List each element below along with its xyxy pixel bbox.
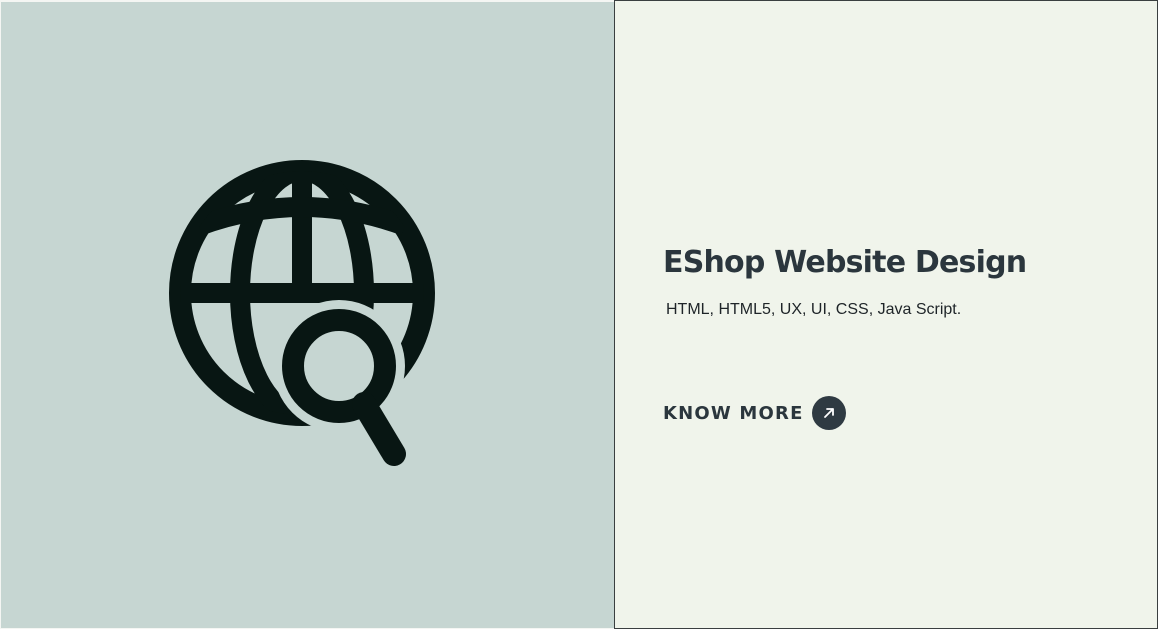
know-more-label: KNOW MORE — [663, 402, 804, 424]
project-title: EShop Website Design — [663, 245, 1027, 280]
project-card: EShop Website Design HTML, HTML5, UX, UI… — [0, 0, 1158, 629]
project-tags: HTML, HTML5, UX, UI, CSS, Java Script. — [666, 301, 962, 318]
project-details: EShop Website Design HTML, HTML5, UX, UI… — [614, 0, 1158, 629]
globe-search-icon — [169, 160, 435, 478]
project-image — [0, 0, 614, 629]
know-more-link[interactable]: KNOW MORE — [663, 396, 846, 430]
arrow-up-right-icon[interactable] — [811, 396, 846, 430]
